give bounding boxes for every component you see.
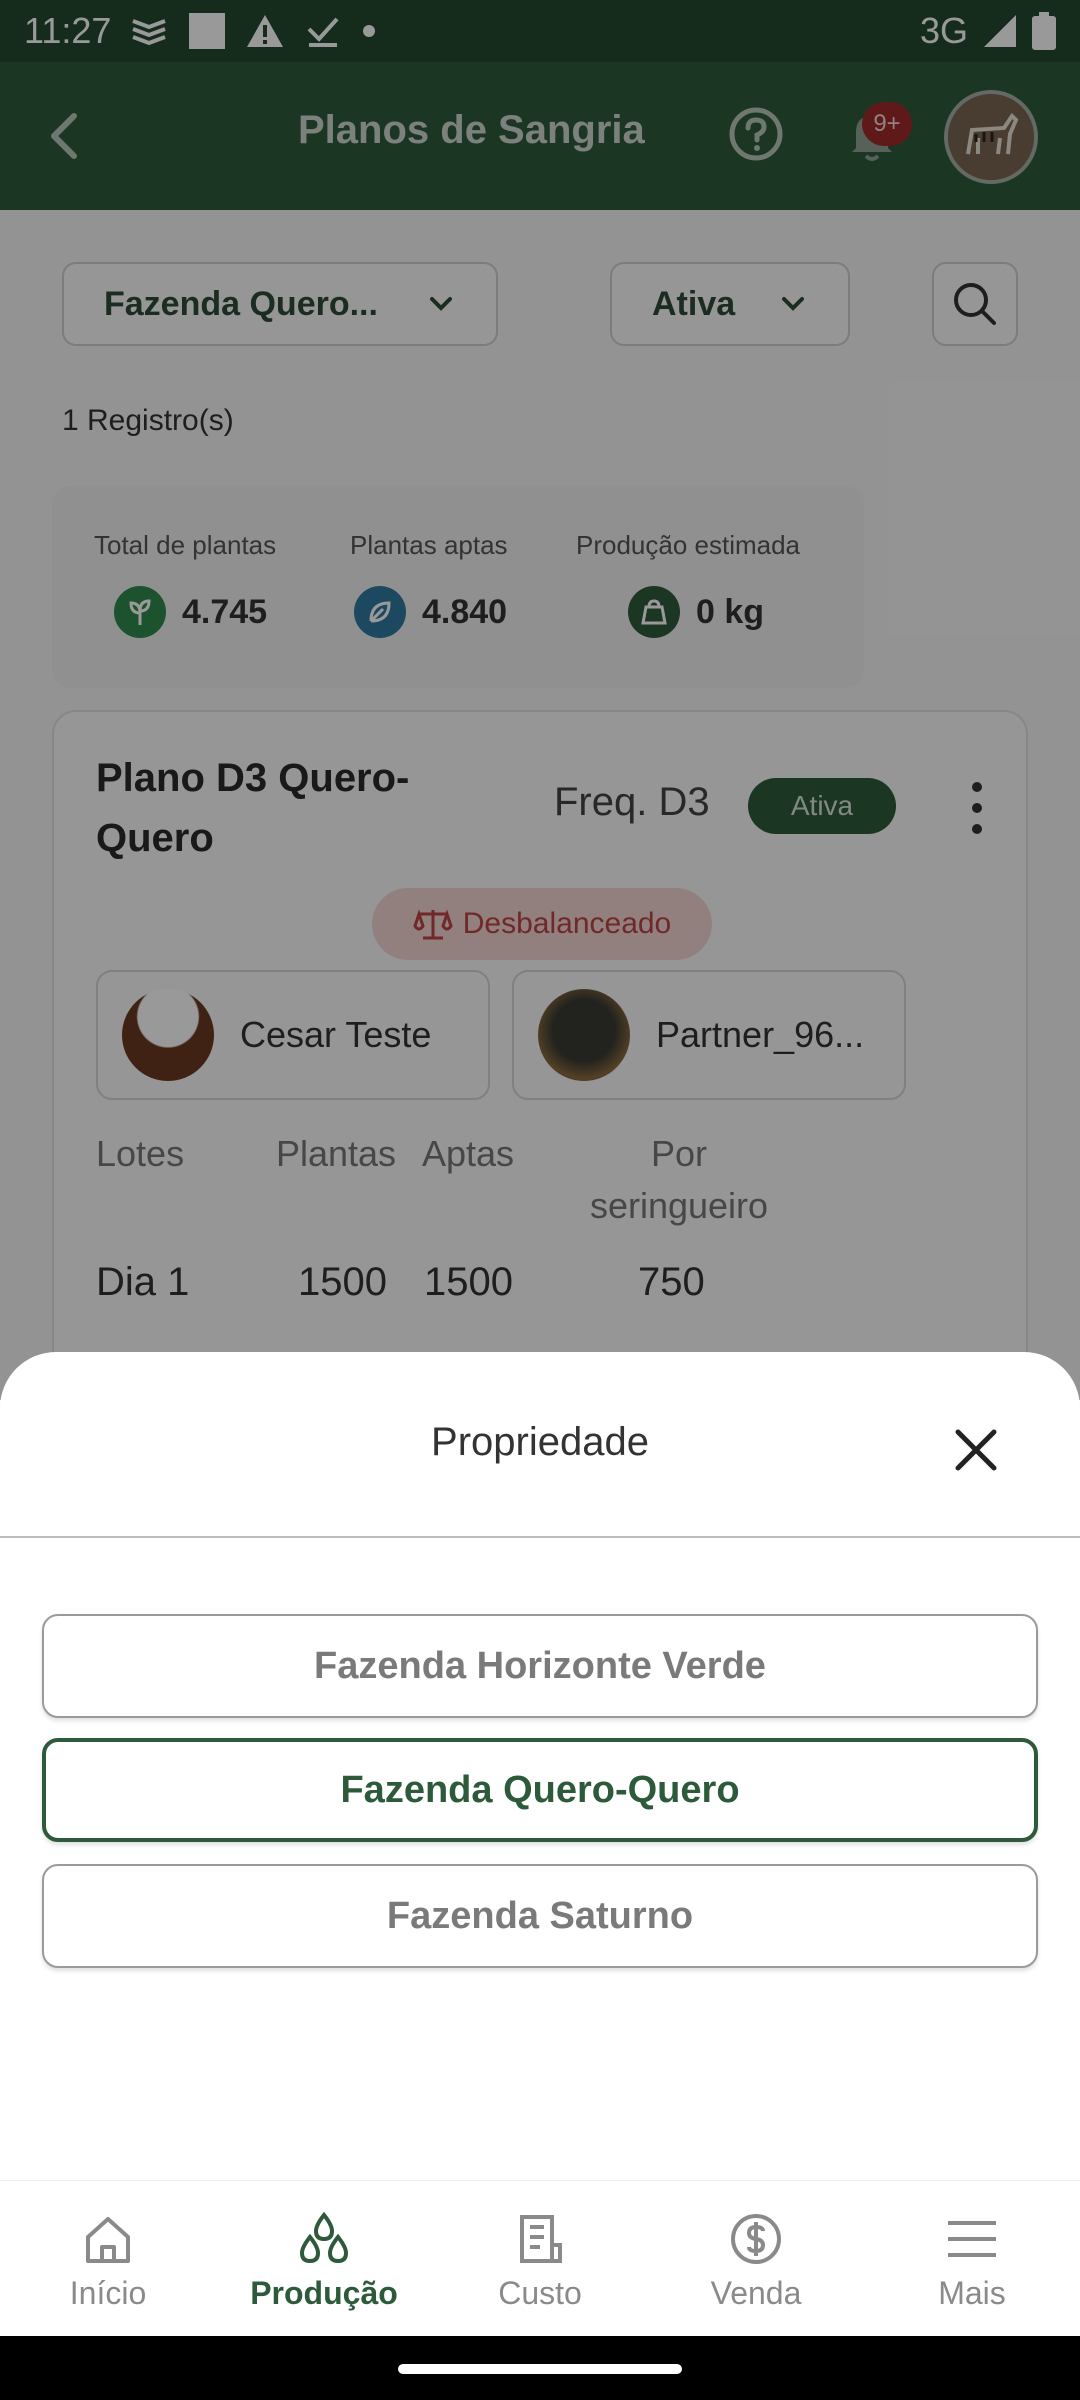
nav-label: Produção: [250, 2275, 398, 2311]
nav-venda[interactable]: Venda: [648, 2211, 864, 2312]
close-icon[interactable]: [946, 1420, 1006, 1480]
nav-label: Mais: [938, 2275, 1006, 2311]
property-option[interactable]: Fazenda Horizonte Verde: [42, 1614, 1038, 1718]
property-option[interactable]: Fazenda Saturno: [42, 1864, 1038, 1968]
nav-mais[interactable]: Mais: [864, 2211, 1080, 2312]
dollar-icon: [731, 2214, 781, 2264]
receipt-icon: [520, 2215, 562, 2263]
nav-label: Início: [69, 2275, 147, 2311]
menu-icon: [948, 2221, 996, 2257]
divider: [0, 1536, 1080, 1538]
property-option-selected[interactable]: Fazenda Quero-Quero: [42, 1738, 1038, 1842]
drops-icon: [299, 2211, 349, 2264]
nav-producao[interactable]: Produção: [216, 2211, 432, 2312]
home-gesture-handle[interactable]: [398, 2364, 682, 2374]
home-icon: [86, 2217, 130, 2263]
nav-custo[interactable]: Custo: [432, 2211, 648, 2312]
sheet-title: Propriedade: [431, 1420, 649, 1464]
modal-overlay[interactable]: [0, 0, 1080, 1400]
bottom-navigation: Início Produção Custo Venda Mais: [0, 2180, 1080, 2336]
nav-label: Venda: [710, 2275, 802, 2311]
nav-inicio[interactable]: Início: [0, 2211, 216, 2312]
nav-label: Custo: [498, 2275, 582, 2311]
